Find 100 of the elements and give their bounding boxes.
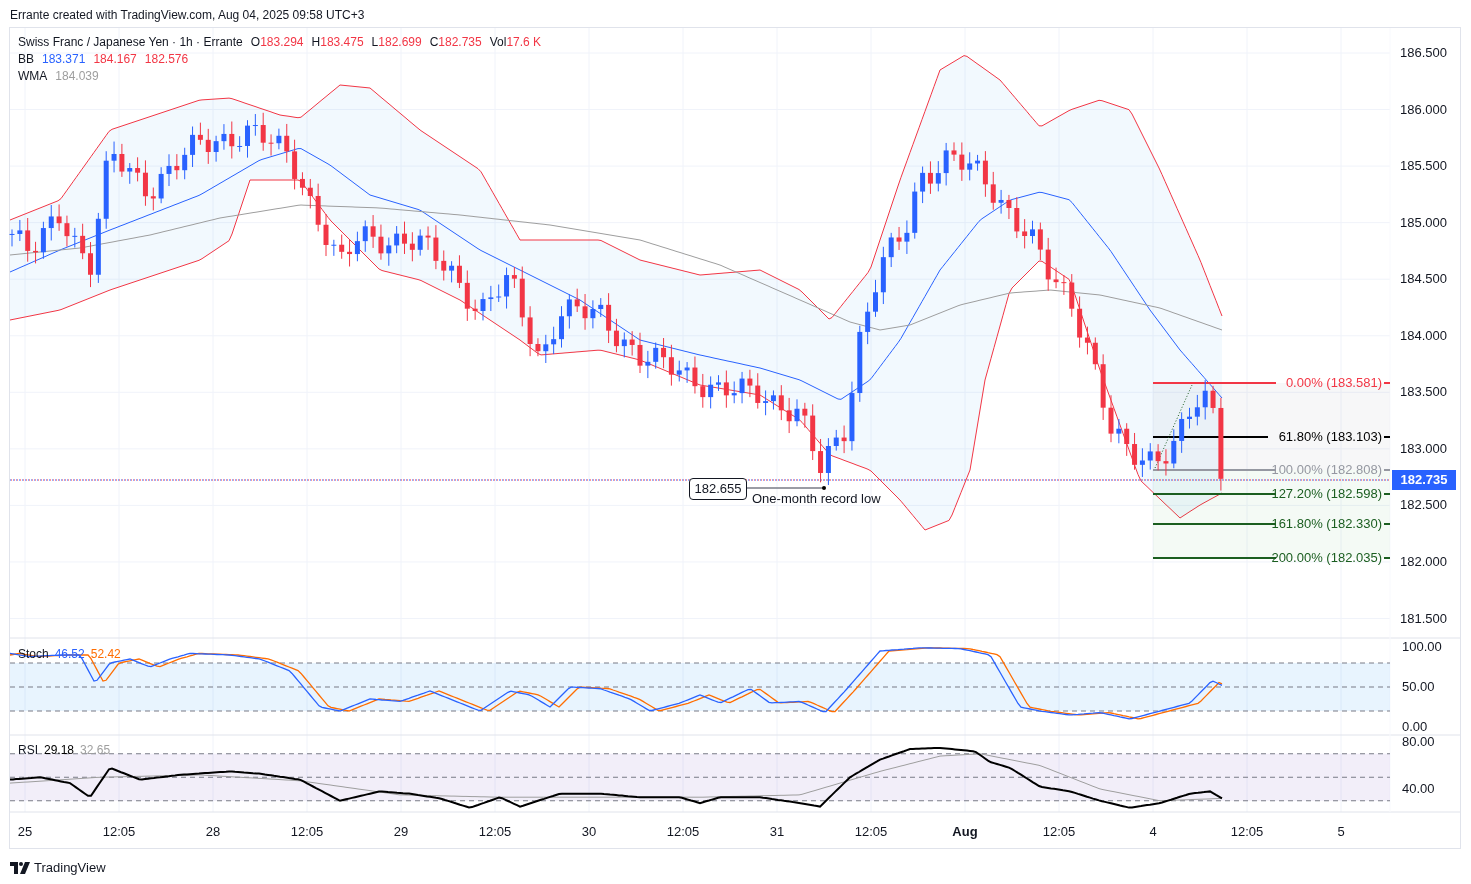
candle <box>621 331 627 358</box>
candle <box>480 292 486 321</box>
candle <box>48 204 54 241</box>
candle <box>1179 411 1185 454</box>
indicator-axis-label: 50.00 <box>1402 680 1435 694</box>
candle <box>339 234 345 260</box>
candle <box>182 147 188 180</box>
price-axis-label: 185.500 <box>1400 158 1447 175</box>
time-axis-label: 12:05 <box>289 824 325 840</box>
candle <box>1116 418 1122 444</box>
candle <box>590 299 596 329</box>
candle <box>284 123 290 164</box>
logo-icon <box>10 861 30 874</box>
indicator-value: 29.18 <box>44 743 75 757</box>
annotation-text: One-month record low <box>752 491 881 507</box>
symbol-title: Swiss Franc / Japanese Yen · 1h · Errante <box>18 35 243 49</box>
time-axis-label: 4 <box>1148 824 1158 840</box>
time-axis-label: 29 <box>392 824 410 840</box>
candle <box>896 226 902 251</box>
time-axis-label: 12:05 <box>665 824 701 840</box>
candle <box>692 356 698 395</box>
time-axis-label: 12:05 <box>101 824 137 840</box>
candle <box>865 302 871 345</box>
candle <box>731 381 737 404</box>
candle <box>488 285 494 312</box>
candle <box>559 305 564 349</box>
candle <box>425 226 431 251</box>
candle <box>566 293 572 330</box>
candle <box>802 402 808 429</box>
candle <box>1006 194 1012 220</box>
time-axis-label: 12:05 <box>1041 824 1077 840</box>
candle <box>464 270 470 322</box>
candle <box>543 334 549 364</box>
candle <box>56 203 62 232</box>
candle <box>315 183 321 232</box>
candle <box>841 425 847 454</box>
fibonacci-level-label: 200.00% (182.035) <box>1271 550 1382 566</box>
candle <box>1053 267 1059 289</box>
candle <box>221 123 227 151</box>
candle <box>441 249 447 281</box>
candle <box>1194 394 1200 426</box>
candle <box>810 403 816 461</box>
candle <box>1014 196 1020 239</box>
candle <box>1100 353 1106 421</box>
candle <box>205 128 211 165</box>
candle <box>9 228 15 247</box>
candle <box>158 166 164 204</box>
indicator-value: 32.65 <box>80 743 111 757</box>
ohlc-value: O183.294 <box>250 35 304 49</box>
candle <box>213 135 219 163</box>
time-axis-label: 30 <box>580 824 598 840</box>
price-axis-label: 184.500 <box>1400 271 1447 288</box>
indicator-axis-label: 100.00 <box>1402 640 1442 654</box>
ohlc-value: H183.475 <box>311 35 364 49</box>
candle <box>755 372 761 410</box>
indicator-axis-label: 0.00 <box>1402 720 1428 734</box>
candle <box>1061 274 1067 296</box>
price-note-label: 182.655 <box>689 478 747 500</box>
indicator-label: RSI <box>18 743 38 757</box>
fibonacci-level-label: 0.00% (183.581) <box>1285 375 1382 391</box>
time-axis-label: 12:05 <box>853 824 889 840</box>
ohlc-value: C182.735 <box>429 35 482 49</box>
candle <box>386 237 392 267</box>
indicator-value: 184.039 <box>55 69 99 83</box>
ohlc-value: Vol17.6 K <box>489 35 542 49</box>
candle <box>25 217 31 263</box>
candle <box>252 113 258 137</box>
candle <box>951 141 957 162</box>
price-axis-label: 182.000 <box>1400 553 1447 570</box>
candle <box>433 224 439 270</box>
candle <box>1155 443 1161 471</box>
price-axis-label: 182.500 <box>1400 497 1447 514</box>
candle <box>880 246 886 305</box>
candle <box>1069 273 1075 318</box>
candle <box>684 361 690 384</box>
candle <box>849 381 855 452</box>
chart-caption: Errante created with TradingView.com, Aug 04, 2025 09:58 UTC+3 <box>10 7 365 24</box>
candle <box>472 299 478 321</box>
candle <box>873 279 878 318</box>
indicator-value: 183.371 <box>42 52 86 66</box>
candle <box>1171 428 1177 469</box>
candle <box>1030 220 1035 244</box>
candle <box>990 171 996 211</box>
fibonacci-level-label: 127.20% (182.598) <box>1271 486 1382 502</box>
candle <box>276 128 282 150</box>
candle <box>535 337 541 357</box>
candle <box>127 162 133 185</box>
candle <box>1108 394 1114 443</box>
candle <box>645 350 651 379</box>
candle <box>111 141 117 173</box>
time-axis-label: 31 <box>768 824 786 840</box>
candle <box>551 326 557 355</box>
indicator-label: WMA <box>18 69 48 83</box>
candle <box>72 227 78 249</box>
candle <box>1210 385 1216 414</box>
candle <box>417 228 423 257</box>
time-axis-label: 5 <box>1336 824 1346 840</box>
candle <box>119 143 125 178</box>
time-axis-label: 12:05 <box>1229 824 1265 840</box>
candle <box>637 332 643 374</box>
